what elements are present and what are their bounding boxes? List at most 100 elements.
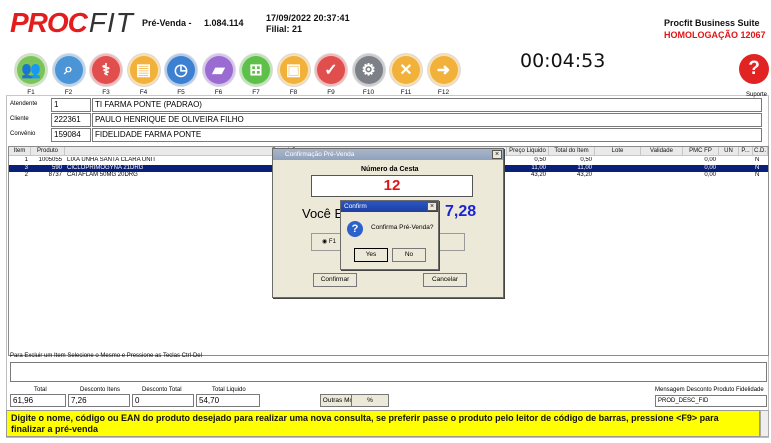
col-p[interactable]: P... xyxy=(739,147,753,156)
col-pmc[interactable]: PMC FP xyxy=(683,147,719,156)
percent-button[interactable]: % xyxy=(351,394,389,407)
total-label: Total xyxy=(34,387,47,393)
toolbar-key-label: F1 xyxy=(27,89,35,96)
users-icon[interactable]: 👥 xyxy=(15,54,47,86)
cliente-row: Cliente 222361 PAULO HENRIQUE DE OLIVEIR… xyxy=(8,113,768,127)
no-button[interactable]: No xyxy=(392,248,426,262)
toolbar-button-f10[interactable]: ⚙ F10 xyxy=(352,54,386,98)
table-cell-produto[interactable]: 590 xyxy=(31,165,62,172)
cliente-code-field[interactable]: 222361 xyxy=(51,113,91,127)
delete-hint: Para Excluir um Item Selecione o Mesmo e… xyxy=(10,353,202,359)
convenio-row: Convênio 159084 FIDELIDADE FARMA PONTE xyxy=(8,128,768,142)
desc-total-label: Desconto Total xyxy=(142,387,182,393)
toolbar-button-f11[interactable]: ✕ F11 xyxy=(389,54,423,98)
toolbar-key-label: F3 xyxy=(102,89,110,96)
col-produto[interactable]: Produto xyxy=(31,147,65,156)
close-icon[interactable]: × xyxy=(427,202,437,211)
table-cell-item[interactable]: 2 xyxy=(9,172,28,179)
table-cell-cd[interactable]: N xyxy=(755,157,765,164)
table-cell-cd[interactable]: N xyxy=(755,172,765,179)
msg-desc-field: PROD_DESC_FID xyxy=(655,395,767,407)
atendente-label: Atendente xyxy=(10,101,38,107)
table-cell-total[interactable]: 43,20 xyxy=(549,172,592,179)
question-icon: ? xyxy=(347,221,363,237)
table-cell-pmc[interactable]: 0,00 xyxy=(683,165,716,172)
toolbar-button-f6[interactable]: ▰ F6 xyxy=(202,54,236,98)
clock-icon[interactable]: ◷ xyxy=(165,54,197,86)
table-cell-cd[interactable]: N xyxy=(755,165,765,172)
yes-button[interactable]: Yes xyxy=(354,248,388,262)
table-cell-preco[interactable]: 43,20 xyxy=(507,172,546,179)
cancel-icon[interactable]: ✕ xyxy=(390,54,422,86)
table-cell-pmc[interactable]: 0,00 xyxy=(683,157,716,164)
cart-icon[interactable]: ⊞ xyxy=(240,54,272,86)
search-icon[interactable]: ⌕ xyxy=(52,54,85,86)
toolbar-key-label: F7 xyxy=(252,89,260,96)
toolbar-button-f12[interactable]: ➜ F12 xyxy=(427,54,461,98)
toolbar-button-f2[interactable]: ⌕ F2 xyxy=(52,54,86,98)
col-preco[interactable]: Preço Liquido xyxy=(507,147,549,156)
env-label: HOMOLOGAÇÃO 12067 xyxy=(664,30,766,40)
msg-desc-label: Mensagem Desconto Produto Fidelidade xyxy=(655,387,764,393)
product-search-input[interactable] xyxy=(10,362,767,382)
col-total[interactable]: Total do Item xyxy=(549,147,595,156)
col-lote[interactable]: Lote xyxy=(595,147,641,156)
arrow-right-icon[interactable]: ➜ xyxy=(427,54,460,86)
id-card-icon[interactable]: ▤ xyxy=(127,54,160,86)
col-un[interactable]: UN xyxy=(719,147,739,156)
logo-fit: FIT xyxy=(88,7,134,38)
convenio-label: Convênio xyxy=(10,131,36,137)
caduceus-icon[interactable]: ⚕ xyxy=(90,54,122,86)
table-cell-produto[interactable]: 1005055 xyxy=(31,157,62,164)
status-scrollbar[interactable] xyxy=(760,410,769,437)
table-cell-item[interactable]: 3 xyxy=(9,165,28,172)
check-icon[interactable]: ✓ xyxy=(315,54,347,86)
help-icon[interactable]: ? xyxy=(739,54,769,84)
confirm-title: Confirm xyxy=(341,201,438,212)
table-cell-total[interactable]: 11,00 xyxy=(549,165,592,172)
convenio-name-field[interactable]: FIDELIDADE FARMA PONTE xyxy=(92,128,762,142)
table-cell-preco[interactable]: 0,50 xyxy=(507,157,546,164)
atendente-row: Atendente 1 TI FARMA PONTE (PADRAO) xyxy=(8,98,768,112)
table-cell-pmc[interactable]: 0,00 xyxy=(683,172,716,179)
toolbar-key-label: F10 xyxy=(362,89,375,96)
total-field: 61,96 xyxy=(10,394,66,407)
toolbar-key-label: F2 xyxy=(64,89,73,96)
table-cell-preco[interactable]: 11,00 xyxy=(507,165,546,172)
desc-itens-field: 7,26 xyxy=(68,394,130,407)
card-icon[interactable]: ▣ xyxy=(277,54,310,86)
desc-total-field[interactable]: 0 xyxy=(132,394,194,407)
table-cell-total[interactable]: 0,50 xyxy=(549,157,592,164)
truck-icon[interactable]: ▰ xyxy=(202,54,235,86)
toolbar-key-label: F8 xyxy=(289,89,298,96)
toolbar-button-f1[interactable]: 👥 F1 xyxy=(14,54,48,98)
col-item[interactable]: Item xyxy=(9,147,31,156)
atendente-name-field[interactable]: TI FARMA PONTE (PADRAO) xyxy=(92,98,762,112)
toolbar-button-f7[interactable]: ⊞ F7 xyxy=(239,54,273,98)
toolbar-button-f8[interactable]: ▣ F8 xyxy=(277,54,311,98)
toolbar-key-label: F9 xyxy=(327,89,335,96)
table-cell-produto[interactable]: 8737 xyxy=(31,172,62,179)
toolbar-key-label: F12 xyxy=(437,89,450,96)
confirmar-button[interactable]: Confirmar xyxy=(313,273,357,287)
mode-label: Pré-Venda - xyxy=(142,18,192,28)
col-cd[interactable]: C.D. xyxy=(753,147,768,156)
toolbar-button-f5[interactable]: ◷ F5 xyxy=(164,54,198,98)
cliente-label: Cliente xyxy=(10,116,29,122)
convenio-code-field[interactable]: 159084 xyxy=(51,128,91,142)
toolbar-button-f4[interactable]: ▤ F4 xyxy=(127,54,161,98)
close-icon[interactable]: × xyxy=(492,150,502,159)
cesta-number: 12 xyxy=(311,175,473,197)
status-message: Digite o nome, código ou EAN do produto … xyxy=(6,410,760,437)
col-validade[interactable]: Validade xyxy=(641,147,683,156)
toolbar-button-f3[interactable]: ⚕ F3 xyxy=(89,54,123,98)
toolbar-button-f9[interactable]: ✓ F9 xyxy=(314,54,348,98)
cliente-name-field[interactable]: PAULO HENRIQUE DE OLIVEIRA FILHO xyxy=(92,113,762,127)
version-label: 1.084.114 xyxy=(204,18,244,28)
toolbar-key-label: F4 xyxy=(139,89,148,96)
gears-icon[interactable]: ⚙ xyxy=(352,54,385,86)
radio-icon[interactable]: ◉ xyxy=(322,239,329,245)
atendente-code-field[interactable]: 1 xyxy=(51,98,91,112)
cancelar-button[interactable]: Cancelar xyxy=(423,273,467,287)
table-cell-item[interactable]: 1 xyxy=(9,157,28,164)
